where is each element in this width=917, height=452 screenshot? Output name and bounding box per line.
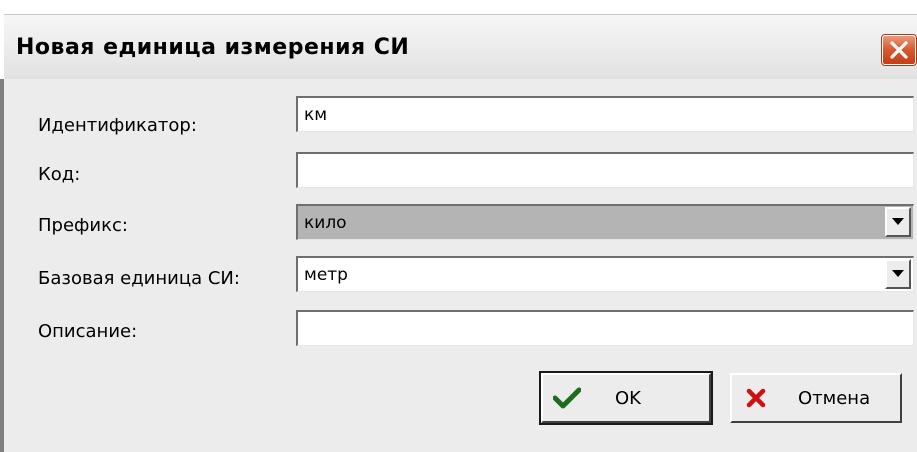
base-unit-selected-value: метр [304,265,348,285]
code-label: Код: [38,164,81,185]
identifier-input[interactable]: км [296,96,914,132]
prefix-select[interactable]: кило [296,204,914,240]
close-icon [890,41,908,59]
prefix-selected-value: кило [304,213,347,233]
close-button[interactable] [881,34,917,66]
chevron-down-icon [892,270,904,277]
chevron-down-icon [892,218,904,225]
prefix-dropdown-button[interactable] [885,207,911,237]
identifier-label: Идентификатор: [38,115,197,136]
ok-button[interactable]: OK [539,371,713,425]
ok-button-label: OK [615,388,641,409]
prefix-label: Префикс: [38,215,128,236]
dialog-title: Новая единица измерения СИ [16,35,410,60]
description-input[interactable] [296,310,914,346]
dialog-window: Новая единица измерения СИ Идентификатор… [0,0,917,452]
identifier-value: км [304,105,328,125]
base-unit-dropdown-button[interactable] [885,259,911,289]
base-unit-select[interactable]: метр [296,256,914,292]
title-bar[interactable]: Новая единица измерения СИ [4,14,917,80]
base-unit-label: Базовая единица СИ: [38,268,240,289]
description-label: Описание: [38,321,138,342]
cancel-button[interactable]: Отмена [730,373,902,423]
cancel-button-label: Отмена [798,388,871,409]
code-input[interactable] [296,152,914,188]
checkmark-icon [553,387,581,409]
x-mark-icon [746,388,766,408]
